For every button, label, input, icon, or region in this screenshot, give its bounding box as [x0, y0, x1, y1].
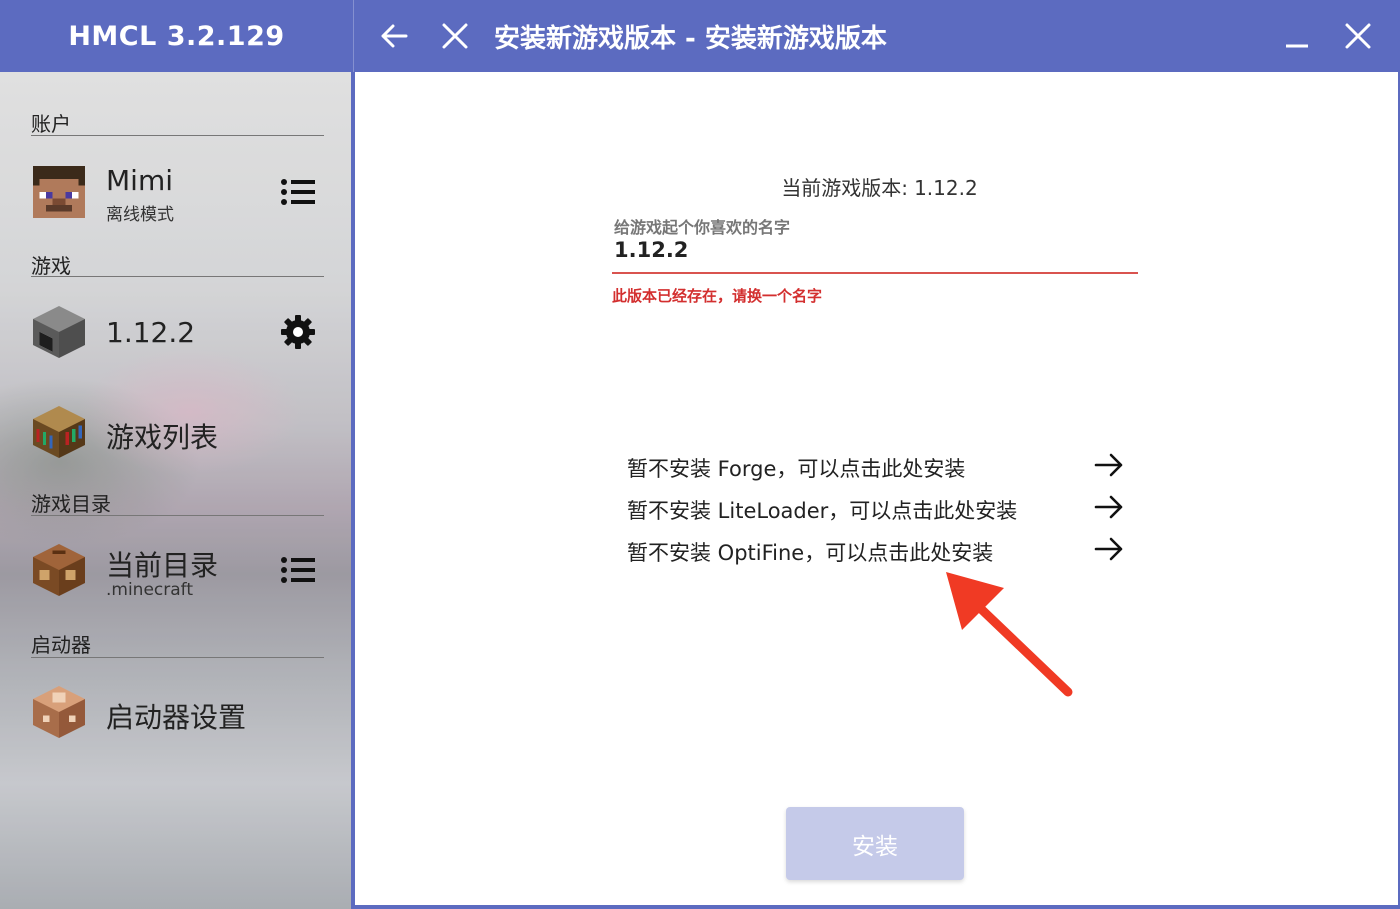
- player-avatar-icon: [33, 166, 85, 218]
- arrow-right-icon: [1094, 453, 1123, 477]
- arrow-right-icon: [1094, 537, 1123, 561]
- forge-option-label: 暂不安装 Forge，可以点击此处安装: [627, 457, 966, 481]
- section-divider: [31, 276, 324, 277]
- section-game-dir-title: 游戏目录: [31, 492, 111, 516]
- optifine-option[interactable]: 暂不安装 OptiFine，可以点击此处安装: [627, 531, 1127, 567]
- sidebar: 账户 Mimi 离线模式 游戏 1.12.2 游戏列表 游戏目录 当前目录 .m…: [0, 72, 353, 909]
- title-bar: HMCL 3.2.129 安装新游戏版本 - 安装新游戏版本: [0, 0, 1400, 72]
- close-icon: [1345, 23, 1371, 49]
- gear-icon: [281, 315, 315, 349]
- bookshelf-icon: [33, 406, 85, 458]
- game-version-name: 1.12.2: [106, 316, 196, 349]
- page-title: 安装新游戏版本 - 安装新游戏版本: [494, 23, 887, 54]
- title-divider: [353, 0, 354, 72]
- arrow-right-icon: [1094, 495, 1123, 519]
- section-divider: [31, 657, 324, 658]
- name-field-label: 给游戏起个你喜欢的名字: [614, 218, 791, 237]
- current-dir-label: 当前目录: [106, 549, 219, 582]
- section-game-title: 游戏: [31, 254, 71, 278]
- account-item[interactable]: Mimi 离线模式: [0, 152, 351, 232]
- liteloader-option[interactable]: 暂不安装 LiteLoader，可以点击此处安装: [627, 489, 1127, 525]
- section-divider: [31, 515, 324, 516]
- arrow-left-icon: [381, 24, 408, 48]
- section-account-title: 账户: [31, 112, 71, 136]
- current-dir-item[interactable]: 当前目录 .minecraft: [0, 532, 351, 612]
- account-mode: 离线模式: [106, 205, 174, 225]
- launcher-settings-label: 启动器设置: [106, 701, 247, 734]
- app-title: HMCL 3.2.129: [68, 20, 285, 52]
- liteloader-option-label: 暂不安装 LiteLoader，可以点击此处安装: [627, 499, 1018, 523]
- name-field-error: 此版本已经存在，请换一个名字: [612, 287, 823, 305]
- install-panel: 当前游戏版本:1.12.2 给游戏起个你喜欢的名字 此版本已经存在，请换一个名字…: [355, 72, 1398, 905]
- account-name: Mimi: [106, 164, 173, 197]
- minimize-button[interactable]: [1279, 18, 1315, 54]
- section-launcher-title: 启动器: [31, 633, 91, 657]
- name-field-underline: [612, 272, 1138, 274]
- version-name-input[interactable]: [614, 238, 1134, 262]
- launcher-settings-item[interactable]: 启动器设置: [0, 674, 351, 754]
- window-close-button[interactable]: [1340, 18, 1376, 54]
- game-list-label: 游戏列表: [106, 421, 219, 454]
- game-list-item[interactable]: 游戏列表: [0, 392, 351, 472]
- list-icon: [281, 557, 315, 583]
- game-settings-button[interactable]: [278, 312, 318, 352]
- game-version-item[interactable]: 1.12.2: [0, 292, 351, 372]
- minimize-icon: [1286, 44, 1308, 48]
- close-page-button[interactable]: [437, 18, 473, 54]
- account-list-button[interactable]: [278, 172, 318, 212]
- crafting-table-icon: [33, 544, 85, 596]
- close-icon: [442, 23, 468, 49]
- window-border-bottom: [355, 905, 1400, 909]
- current-version-value: 1.12.2: [914, 176, 978, 200]
- current-version-label: 当前游戏版本:: [781, 176, 909, 200]
- furnace-icon: [33, 306, 85, 358]
- current-version: 当前游戏版本: 1.12.2: [355, 172, 1398, 201]
- section-divider: [31, 135, 324, 136]
- back-button[interactable]: [376, 18, 412, 54]
- list-icon: [281, 179, 315, 205]
- forge-option[interactable]: 暂不安装 Forge，可以点击此处安装: [627, 447, 1127, 483]
- current-dir-sub: .minecraft: [106, 580, 194, 600]
- command-block-icon: [33, 686, 85, 738]
- dir-list-button[interactable]: [278, 550, 318, 590]
- install-button[interactable]: 安装: [786, 807, 964, 880]
- optifine-option-label: 暂不安装 OptiFine，可以点击此处安装: [627, 541, 994, 565]
